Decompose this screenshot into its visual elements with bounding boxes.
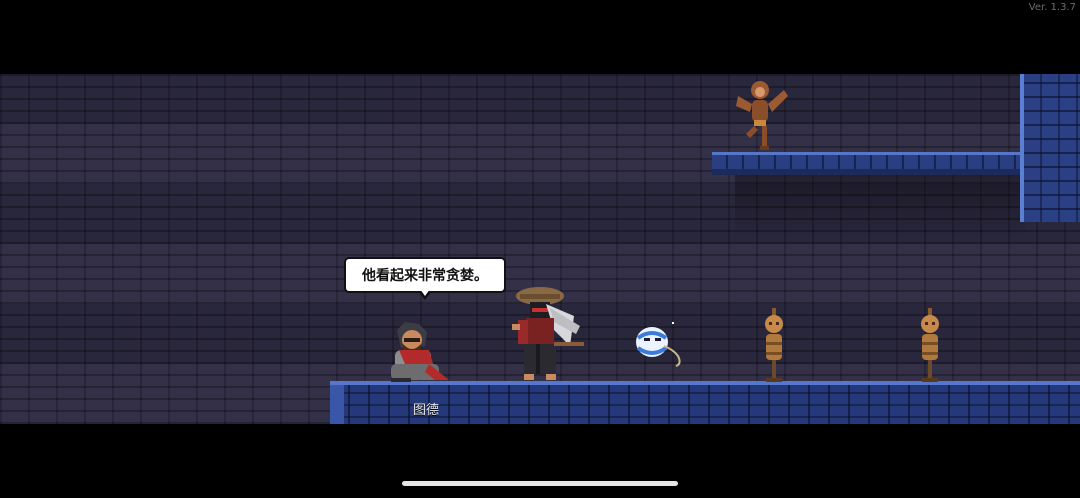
npc-name-label: 图德 [412, 403, 439, 418]
game-scene[interactable]: 他看起来非常贪婪。 图德 [0, 74, 1080, 424]
scarecrow-dummy-icon[interactable] [914, 308, 946, 384]
speech-bubble[interactable]: 他看起来非常贪婪。 [344, 257, 506, 300]
samurai-player-icon[interactable] [510, 286, 590, 384]
monkey-dummy-icon[interactable] [732, 76, 792, 152]
speech-bubble-tail [418, 289, 432, 300]
blue-ghost-icon[interactable] [634, 320, 690, 370]
speech-text: 他看起来非常贪婪。 [362, 268, 488, 284]
scarecrow-dummy-icon[interactable] [758, 308, 790, 384]
ledge-shadow [735, 172, 1025, 242]
stone-pillar [1020, 74, 1080, 222]
floor-edge [330, 385, 344, 424]
crouching-bandit-npc-icon[interactable] [385, 320, 451, 384]
upper-stone-ledge [712, 152, 1022, 175]
home-indicator-bar[interactable] [402, 481, 678, 486]
version-label: Ver. 1.3.7 [1028, 2, 1076, 13]
